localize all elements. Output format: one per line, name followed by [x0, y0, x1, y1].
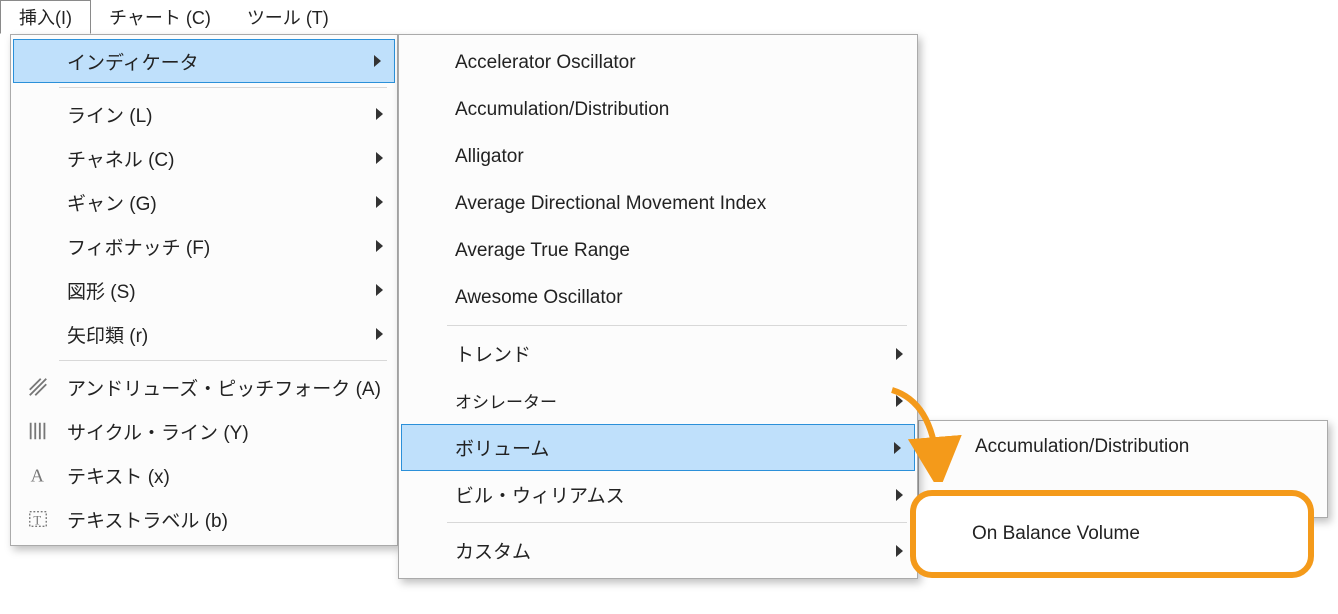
submenu-arrow-icon	[896, 489, 903, 501]
submenu-volume[interactable]: ボリューム	[401, 424, 915, 471]
menu-item-channels[interactable]: チャネル (C)	[11, 136, 397, 180]
text-icon: A	[25, 462, 51, 488]
submenu-custom-label: カスタム	[455, 537, 531, 564]
indicator-accdist[interactable]: Accumulation/Distribution	[399, 86, 917, 133]
menu-insert-label: 挿入(I)	[19, 4, 72, 30]
indicator-awesome-label: Awesome Oscillator	[455, 287, 623, 309]
menu-tools[interactable]: ツール (T)	[229, 0, 347, 34]
menu-item-shapes[interactable]: 図形 (S)	[11, 268, 397, 312]
indicator-adx-label: Average Directional Movement Index	[455, 193, 766, 215]
menu-item-text-label: テキスト (x)	[67, 462, 170, 489]
submenu-trend-label: トレンド	[455, 340, 531, 367]
indicator-accelerator-label: Accelerator Oscillator	[455, 52, 636, 74]
menu-item-text-label-obj[interactable]: T テキストラベル (b)	[11, 497, 397, 541]
text-label-icon: T	[25, 506, 51, 532]
submenu-oscillator-label: オシレーター	[455, 388, 557, 413]
separator	[59, 360, 387, 361]
submenu-arrow-icon	[376, 328, 383, 340]
menu-item-lines-label: ライン (L)	[67, 101, 153, 128]
submenu-arrow-icon	[376, 284, 383, 296]
submenu-arrow-icon	[896, 395, 903, 407]
indicator-awesome[interactable]: Awesome Oscillator	[399, 274, 917, 321]
svg-text:A: A	[31, 465, 45, 485]
menu-chart[interactable]: チャート (C)	[91, 0, 229, 34]
separator	[447, 325, 907, 326]
menu-tools-label: ツール (T)	[247, 4, 329, 30]
submenu-trend[interactable]: トレンド	[399, 330, 917, 377]
submenu-custom[interactable]: カスタム	[399, 527, 917, 574]
cycle-lines-icon	[25, 418, 51, 444]
menu-item-shapes-label: 図形 (S)	[67, 277, 136, 304]
menu-item-cycle-lines-label: サイクル・ライン (Y)	[67, 418, 249, 445]
annotation-highlight-label: On Balance Volume	[972, 523, 1140, 545]
submenu-oscillator[interactable]: オシレーター	[399, 377, 917, 424]
submenu-volume-label: ボリューム	[455, 434, 549, 461]
menu-item-arrows[interactable]: 矢印類 (r)	[11, 312, 397, 356]
insert-dropdown: インディケータ ライン (L) チャネル (C) ギャン (G) フィボナッチ …	[10, 34, 398, 546]
indicator-alligator[interactable]: Alligator	[399, 133, 917, 180]
menu-item-text-label-obj-label: テキストラベル (b)	[67, 506, 228, 533]
menu-item-fibonacci-label: フィボナッチ (F)	[67, 233, 210, 260]
menu-item-cycle-lines[interactable]: サイクル・ライン (Y)	[11, 409, 397, 453]
menu-item-indicators-label: インディケータ	[67, 48, 199, 75]
submenu-bill-williams-label: ビル・ウィリアムス	[455, 481, 625, 508]
indicator-alligator-label: Alligator	[455, 146, 524, 168]
submenu-arrow-icon	[896, 348, 903, 360]
menu-chart-label: チャート (C)	[109, 4, 211, 30]
indicator-atr[interactable]: Average True Range	[399, 227, 917, 274]
menu-item-indicators[interactable]: インディケータ	[13, 39, 395, 83]
submenu-arrow-icon	[894, 442, 901, 454]
menu-item-fibonacci[interactable]: フィボナッチ (F)	[11, 224, 397, 268]
submenu-arrow-icon	[896, 545, 903, 557]
svg-text:T: T	[33, 514, 41, 528]
menu-item-andrews-label: アンドリューズ・ピッチフォーク (A)	[67, 374, 381, 401]
menu-item-text[interactable]: A テキスト (x)	[11, 453, 397, 497]
menu-item-channels-label: チャネル (C)	[67, 145, 174, 172]
volume-item-accdist-label: Accumulation/Distribution	[975, 436, 1189, 458]
submenu-arrow-icon	[376, 240, 383, 252]
indicator-atr-label: Average True Range	[455, 240, 630, 262]
submenu-bill-williams[interactable]: ビル・ウィリアムス	[399, 471, 917, 518]
indicators-submenu: Accelerator Oscillator Accumulation/Dist…	[398, 34, 918, 579]
separator	[59, 87, 387, 88]
menu-item-gann-label: ギャン (G)	[67, 189, 157, 216]
indicator-accelerator[interactable]: Accelerator Oscillator	[399, 39, 917, 86]
indicator-accdist-label: Accumulation/Distribution	[455, 99, 669, 121]
andrews-pitchfork-icon	[25, 374, 51, 400]
separator	[447, 522, 907, 523]
submenu-arrow-icon	[374, 55, 381, 67]
submenu-arrow-icon	[376, 108, 383, 120]
indicator-adx[interactable]: Average Directional Movement Index	[399, 180, 917, 227]
menu-item-arrows-label: 矢印類 (r)	[67, 321, 148, 348]
menu-item-andrews[interactable]: アンドリューズ・ピッチフォーク (A)	[11, 365, 397, 409]
annotation-highlight-obv: On Balance Volume	[910, 490, 1314, 578]
menubar: 挿入(I) チャート (C) ツール (T)	[0, 0, 1338, 34]
submenu-arrow-icon	[376, 196, 383, 208]
menu-insert[interactable]: 挿入(I)	[0, 0, 91, 34]
volume-item-accdist[interactable]: Accumulation/Distribution	[919, 425, 1327, 469]
menu-item-gann[interactable]: ギャン (G)	[11, 180, 397, 224]
submenu-arrow-icon	[376, 152, 383, 164]
menu-item-lines[interactable]: ライン (L)	[11, 92, 397, 136]
